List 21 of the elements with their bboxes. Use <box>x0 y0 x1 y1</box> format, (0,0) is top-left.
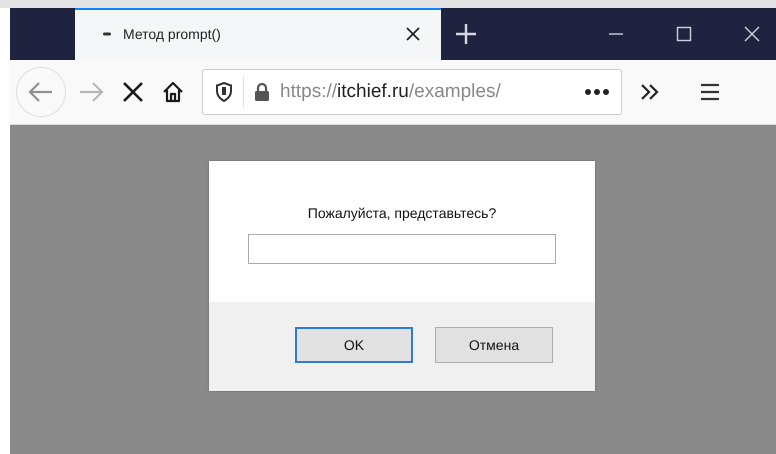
tab-title: Метод prompt() <box>123 26 222 42</box>
address-bar[interactable]: https://itchief.ru/examples/ <box>202 69 622 115</box>
prompt-message: Пожалуйста, представьтесь? <box>308 205 496 221</box>
url-text: https://itchief.ru/examples/ <box>280 81 502 103</box>
dialog-button[interactable]: OK <box>295 327 413 363</box>
back-button[interactable] <box>16 67 66 117</box>
shield-icon <box>215 82 233 102</box>
dialog-button[interactable]: Отмена <box>435 327 553 363</box>
stop-icon[interactable] <box>122 81 144 103</box>
maximize-icon[interactable] <box>676 26 692 42</box>
overflow-chevron-icon[interactable] <box>640 83 660 101</box>
browser-tab[interactable]: Метод prompt() <box>75 8 441 60</box>
close-tab-icon[interactable] <box>405 26 421 42</box>
menu-icon[interactable] <box>700 83 720 101</box>
lock-icon <box>254 82 270 102</box>
input-field[interactable] <box>248 234 556 264</box>
new-tab-icon[interactable] <box>455 23 477 45</box>
more-icon[interactable] <box>585 88 609 96</box>
home-icon[interactable] <box>162 81 184 103</box>
close-window-icon[interactable] <box>744 26 760 42</box>
back-arrow-icon <box>28 81 54 103</box>
